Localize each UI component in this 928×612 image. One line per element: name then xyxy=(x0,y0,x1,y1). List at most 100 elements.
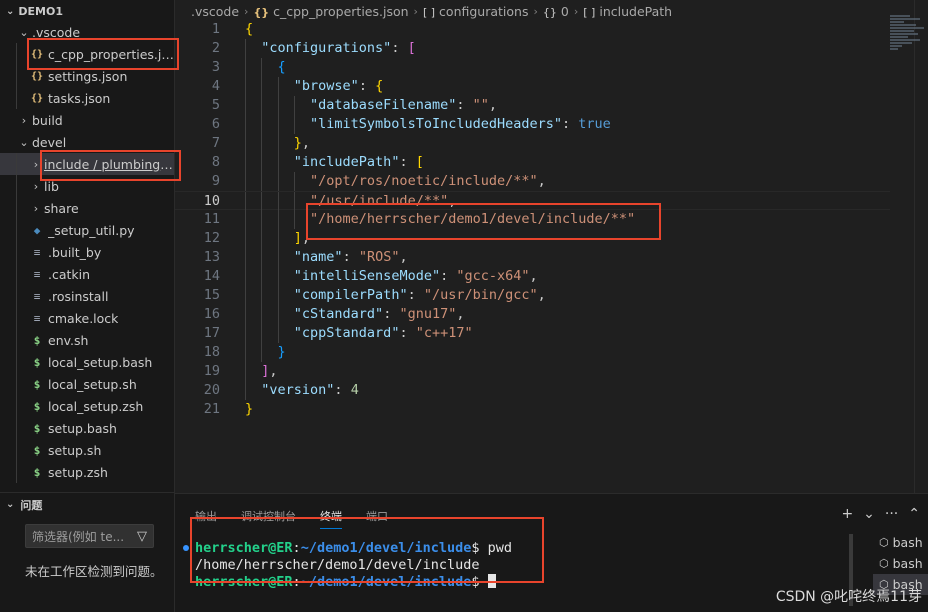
tree-item[interactable]: $ setup.zsh xyxy=(0,461,174,483)
tree-item[interactable]: ≡ .catkin xyxy=(0,263,174,285)
tree-item[interactable]: ⌄ .vscode xyxy=(0,21,174,43)
breadcrumb-item[interactable]: [ ] includePath xyxy=(583,4,672,19)
code-line[interactable]: 19 ], xyxy=(175,362,890,381)
more-icon[interactable]: ··· xyxy=(885,506,898,522)
indent-guide xyxy=(16,351,17,373)
breadcrumb-item[interactable]: [ ] configurations xyxy=(423,4,529,19)
code-text: "cStandard": "gnu17", xyxy=(293,306,465,322)
line-number: 14 xyxy=(203,268,220,284)
code-line[interactable]: 16 "cStandard": "gnu17", xyxy=(175,305,890,324)
code-text: } xyxy=(277,344,286,360)
code-line[interactable]: 3 { xyxy=(175,58,890,77)
terminal-session[interactable]: ⬡ bash xyxy=(873,532,928,553)
text-file-icon: ≡ xyxy=(33,289,41,303)
chevron-right-icon: › xyxy=(33,179,39,193)
line-number: 6 xyxy=(211,116,220,132)
tree-item[interactable]: ≡ .built_by xyxy=(0,241,174,263)
indent-guide xyxy=(16,329,17,351)
code-line[interactable]: 17 "cppStandard": "c++17" xyxy=(175,324,890,343)
code-line[interactable]: 11 "/home/herrscher/demo1/devel/include/… xyxy=(175,210,890,229)
code-line[interactable]: 8 "includePath": [ xyxy=(175,153,890,172)
code-line[interactable]: 20 "version": 4 xyxy=(175,381,890,400)
problems-filter-input[interactable]: 筛选器(例如 te... ▽ xyxy=(25,524,154,548)
tree-item[interactable]: › include / plumbing_pub_sub xyxy=(0,153,174,175)
tree-item-label: .catkin xyxy=(48,266,91,282)
editor-scrollbar[interactable] xyxy=(914,0,928,493)
line-number: 13 xyxy=(203,249,220,265)
new-terminal-icon[interactable]: + xyxy=(841,506,853,522)
panel-tab[interactable]: 调试控制台 xyxy=(241,508,296,529)
breadcrumb-item[interactable]: {} c_cpp_properties.json xyxy=(253,4,408,19)
problems-header[interactable]: ⌄ 问题 xyxy=(0,492,174,516)
panel-tab[interactable]: 输出 xyxy=(195,508,217,529)
tree-item[interactable]: ◆ _setup_util.py xyxy=(0,219,174,241)
line-number: 12 xyxy=(203,230,220,246)
tree-item[interactable]: {} c_cpp_properties.json xyxy=(0,43,174,65)
tree-item[interactable]: $ setup.sh xyxy=(0,439,174,461)
code-text: "/home/herrscher/demo1/devel/include/**" xyxy=(310,211,636,227)
code-lines[interactable]: 1{2 "configurations": [3 {4 "browse": {5… xyxy=(175,20,890,419)
tree-item[interactable]: › lib xyxy=(0,175,174,197)
tree-item[interactable]: ⌄ devel xyxy=(0,131,174,153)
code-line[interactable]: 5 "databaseFilename": "", xyxy=(175,96,890,115)
terminal-session[interactable]: ⬡ bash xyxy=(873,553,928,574)
tree-item[interactable]: ≡ .rosinstall xyxy=(0,285,174,307)
tree-item[interactable]: $ local_setup.bash xyxy=(0,351,174,373)
filter-icon[interactable]: ▽ xyxy=(137,529,147,544)
code-line[interactable]: 10 "/usr/include/**", xyxy=(175,191,890,211)
explorer-title[interactable]: ⌄ DEMO1 xyxy=(0,0,174,22)
code-editor[interactable]: .vscode ›{} c_cpp_properties.json ›[ ] confi… xyxy=(175,0,928,493)
minimap[interactable] xyxy=(890,14,928,64)
watermark: CSDN @叱咤终焉11芽 xyxy=(775,589,922,605)
command-decoration-icon xyxy=(183,545,189,551)
code-line[interactable]: 7 }, xyxy=(175,134,890,153)
code-line[interactable]: 13 "name": "ROS", xyxy=(175,248,890,267)
breadcrumb-item[interactable]: .vscode xyxy=(191,4,239,19)
code-line[interactable]: 21} xyxy=(175,400,890,419)
code-line[interactable]: 2 "configurations": [ xyxy=(175,39,890,58)
code-line[interactable]: 14 "intelliSenseMode": "gcc-x64", xyxy=(175,267,890,286)
code-line[interactable]: 1{ xyxy=(175,20,890,39)
maximize-icon[interactable]: ⌃ xyxy=(908,506,920,522)
code-text: "name": "ROS", xyxy=(293,249,408,265)
chevron-down-icon: ⌄ xyxy=(19,25,29,39)
panel-tab[interactable]: 终端 xyxy=(320,508,342,529)
shell-file-icon: $ xyxy=(33,465,41,479)
tree-item[interactable]: › build xyxy=(0,109,174,131)
terminal-user: herrscher@ER xyxy=(195,540,293,556)
dropdown-icon[interactable]: ⌄ xyxy=(863,506,875,522)
tree-item[interactable]: › share xyxy=(0,197,174,219)
code-text: "version": 4 xyxy=(261,382,359,398)
code-line[interactable]: 18 } xyxy=(175,343,890,362)
terminal-output[interactable]: herrscher@ER:~/demo1/devel/include$ pwd /… xyxy=(183,540,513,591)
code-text: "intelliSenseMode": "gcc-x64", xyxy=(293,268,538,284)
code-text: } xyxy=(245,401,254,417)
text-file-icon: ≡ xyxy=(33,245,41,259)
tree-item[interactable]: ≡ cmake.lock xyxy=(0,307,174,329)
tree-item-label: setup.zsh xyxy=(48,464,108,480)
code-text: ], xyxy=(293,230,311,246)
indent-guide xyxy=(16,307,17,329)
panel-tab[interactable]: 端口 xyxy=(366,508,388,529)
chevron-right-icon: › xyxy=(33,201,39,215)
code-text: { xyxy=(245,21,254,37)
code-line[interactable]: 15 "compilerPath": "/usr/bin/gcc", xyxy=(175,286,890,305)
tree-item[interactable]: $ setup.bash xyxy=(0,417,174,439)
chevron-right-icon: › xyxy=(573,4,579,18)
code-line[interactable]: 6 "limitSymbolsToIncludedHeaders": true xyxy=(175,115,890,134)
tree-item[interactable]: $ env.sh xyxy=(0,329,174,351)
code-line[interactable]: 4 "browse": { xyxy=(175,77,890,96)
tree-item-label: cmake.lock xyxy=(48,310,119,326)
tree-item[interactable]: {} settings.json xyxy=(0,65,174,87)
line-number: 8 xyxy=(211,154,220,170)
tree-item[interactable]: {} tasks.json xyxy=(0,87,174,109)
code-text: "limitSymbolsToIncludedHeaders": true xyxy=(310,116,611,132)
indent-guide xyxy=(16,417,17,439)
code-line[interactable]: 12 ], xyxy=(175,229,890,248)
code-line[interactable]: 9 "/opt/ros/noetic/include/**", xyxy=(175,172,890,191)
terminal-cmd: pwd xyxy=(487,540,513,556)
breadcrumb-item[interactable]: {} 0 xyxy=(543,4,569,19)
tree-item[interactable]: $ local_setup.zsh xyxy=(0,395,174,417)
tree-item[interactable]: $ local_setup.sh xyxy=(0,373,174,395)
line-number: 18 xyxy=(203,344,220,360)
